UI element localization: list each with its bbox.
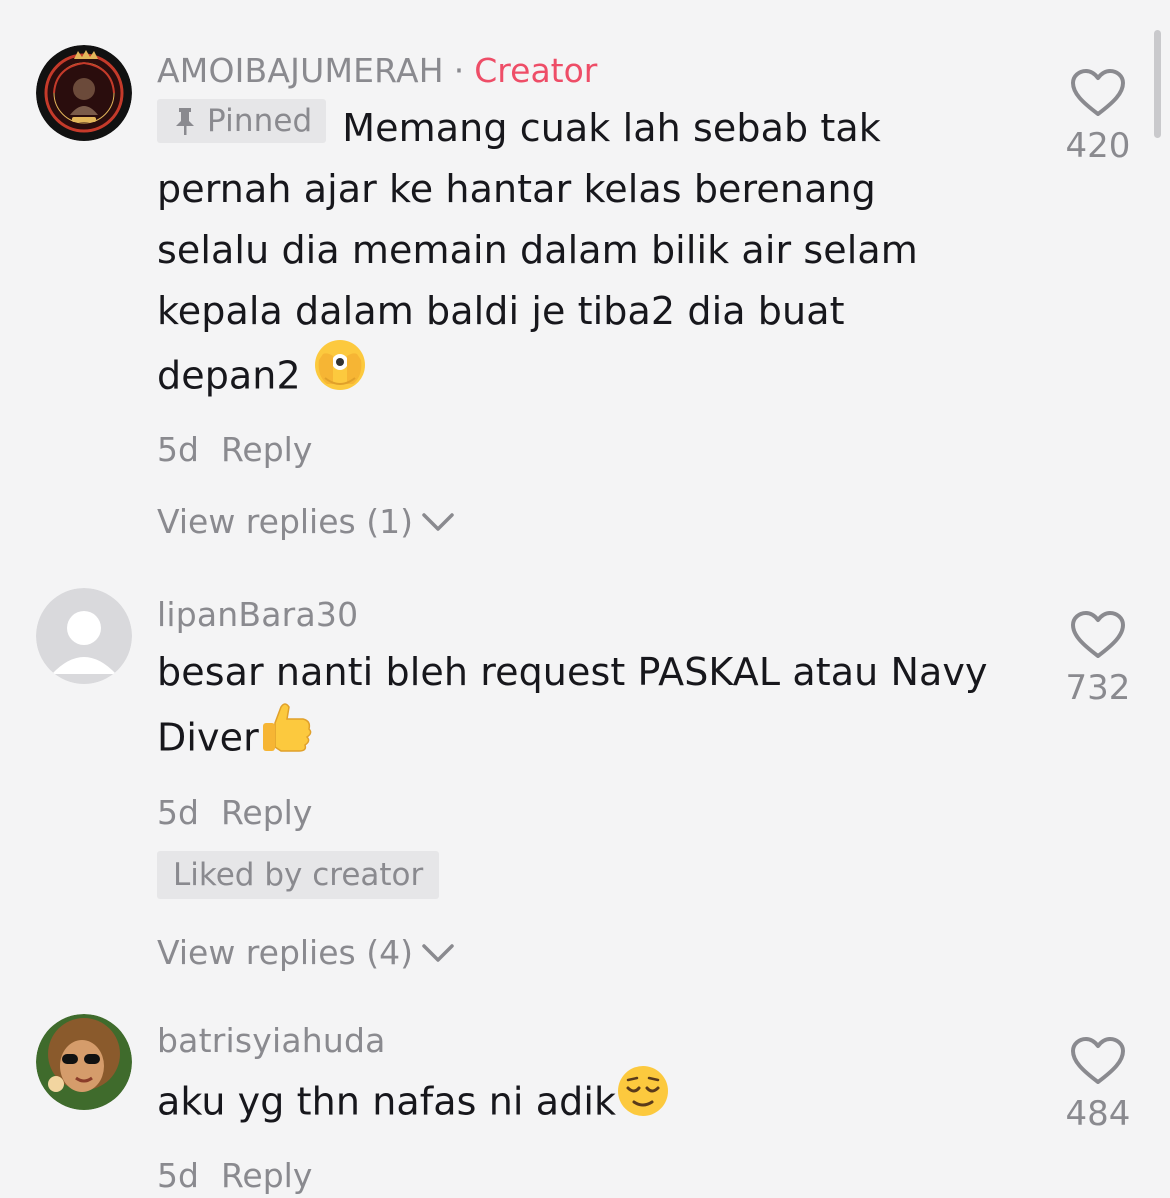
- like-count: 732: [1065, 668, 1131, 708]
- avatar[interactable]: [36, 45, 132, 141]
- like-count: 484: [1065, 1094, 1131, 1134]
- heart-icon[interactable]: [1070, 1036, 1126, 1086]
- like-section: 484: [1058, 1036, 1138, 1134]
- view-replies-label: View replies (1): [157, 502, 413, 541]
- scrollbar[interactable]: [1154, 30, 1161, 138]
- relieved-face-emoji-icon: [616, 1064, 670, 1136]
- comment-text-block: Pinned Memang cuak lah sebab tak pernah a…: [157, 98, 957, 414]
- avatar[interactable]: [36, 1014, 132, 1110]
- chevron-down-icon: [422, 944, 454, 962]
- comment-text-block: besar nanti bleh request PASKAL atau Nav…: [157, 642, 1037, 777]
- default-avatar-icon: [36, 588, 132, 684]
- thumbs-up-emoji-icon: [259, 699, 315, 773]
- comment-age: 5d: [157, 793, 199, 832]
- comment-text-block: aku yg thn nafas ni adik: [157, 1066, 1037, 1140]
- like-section: 420: [1058, 68, 1138, 166]
- creator-badge: Creator: [474, 50, 598, 90]
- heart-icon[interactable]: [1070, 68, 1126, 118]
- face-with-hand-over-mouth-emoji-icon: [313, 338, 367, 410]
- view-replies-button[interactable]: View replies (1): [157, 500, 455, 544]
- comment-text: aku yg thn nafas ni adik: [157, 1079, 617, 1124]
- avatar-photo-image: [36, 1014, 132, 1110]
- view-replies-button[interactable]: View replies (4): [157, 931, 455, 975]
- comment-text: Memang cuak lah sebab tak pernah ajar ke…: [157, 106, 918, 398]
- chevron-down-icon: [422, 513, 454, 531]
- heart-icon[interactable]: [1070, 610, 1126, 660]
- pin-icon: [176, 108, 194, 135]
- like-section: 732: [1058, 610, 1138, 708]
- username[interactable]: batrisyiahuda: [157, 1021, 386, 1060]
- like-count: 420: [1065, 126, 1131, 166]
- comment-age: 5d: [157, 430, 199, 469]
- avatar-logo-image: [36, 45, 132, 141]
- username[interactable]: AMOIBAJUMERAH: [157, 51, 444, 90]
- pinned-label: Pinned: [207, 103, 313, 139]
- reply-button[interactable]: Reply: [221, 430, 312, 469]
- username[interactable]: lipanBara30: [157, 595, 358, 634]
- separator-dot: ·: [453, 50, 465, 90]
- comment-age: 5d: [157, 1156, 199, 1195]
- avatar[interactable]: [36, 588, 132, 684]
- reply-button[interactable]: Reply: [221, 1156, 312, 1195]
- view-replies-label: View replies (4): [157, 933, 413, 972]
- reply-button[interactable]: Reply: [221, 793, 312, 832]
- liked-by-creator-badge: Liked by creator: [157, 851, 440, 899]
- pinned-badge: Pinned: [157, 99, 327, 143]
